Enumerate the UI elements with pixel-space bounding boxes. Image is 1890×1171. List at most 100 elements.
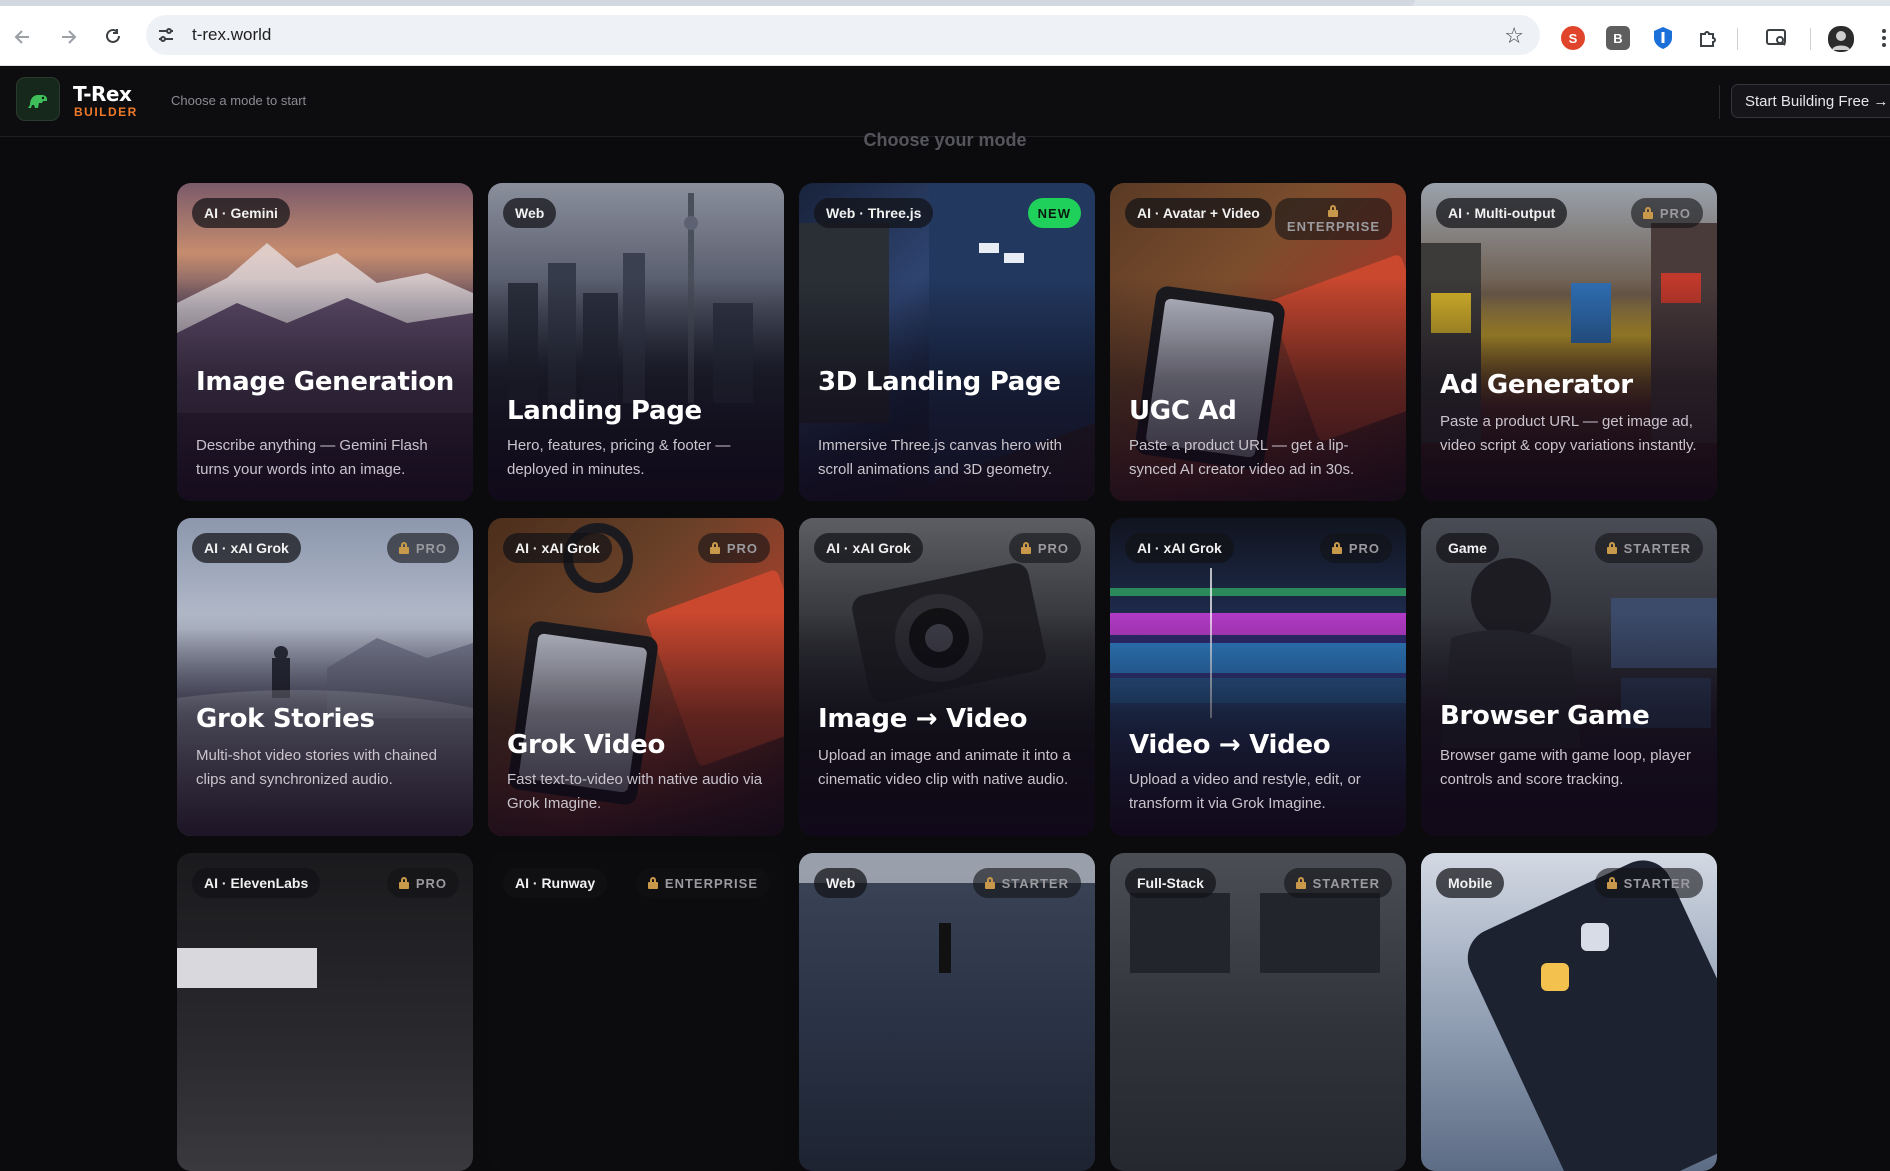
card-title: Ad Generator [1440, 370, 1633, 400]
pro-tier-badge: PRO [1008, 533, 1081, 563]
menu-kebab-icon[interactable] [1878, 26, 1890, 50]
tab-search-icon[interactable] [1765, 26, 1789, 50]
s-extension-icon[interactable]: S [1561, 26, 1585, 50]
lock-icon [647, 877, 658, 889]
starter-tier-badge: STARTER [1283, 868, 1392, 898]
enterprise-tier-badge: ENTERPRISE [1274, 198, 1392, 240]
card-badge: AI · xAI Grok [192, 533, 301, 563]
card-badge: AI · Gemini [192, 198, 290, 228]
mode-card-3d-landing-page[interactable]: Web · Three.js NEW 3D Landing Page Immer… [799, 183, 1095, 501]
server-rack-illustration [1130, 893, 1380, 973]
mode-card-mobile[interactable]: Mobile STARTER [1421, 853, 1717, 1171]
mode-card-grok-video[interactable]: AI · xAI Grok PRO Grok Video Fast text-t… [488, 518, 784, 836]
forward-icon[interactable] [55, 24, 81, 50]
mode-card-runway[interactable]: AI · Runway ENTERPRISE [488, 853, 784, 1171]
b-extension-icon[interactable]: B [1606, 26, 1630, 50]
pro-tier-badge: PRO [1319, 533, 1392, 563]
header-divider [1719, 85, 1720, 119]
starter-tier-badge: STARTER [1594, 868, 1703, 898]
start-building-button[interactable]: Start Building Free → [1731, 84, 1890, 118]
shield-extension-icon[interactable] [1651, 26, 1675, 50]
card-title: Image → Video [818, 704, 1028, 734]
card-title: Browser Game [1440, 701, 1650, 731]
lock-icon [984, 877, 995, 889]
browser-toolbar: t-rex.world ☆ S B [0, 6, 1890, 66]
section-title: Choose your mode [863, 130, 1027, 150]
card-description: Multi-shot video stories with chained cl… [196, 747, 437, 788]
lock-icon [398, 542, 409, 554]
card-title: 3D Landing Page [818, 367, 1061, 397]
hallway-illustration [799, 853, 1095, 973]
card-badge: Game [1436, 533, 1499, 563]
card-badge: Mobile [1436, 868, 1505, 898]
card-description: Upload an image and animate it into a ci… [818, 747, 1071, 788]
pro-tier-badge: PRO [386, 533, 459, 563]
card-description: Browser game with game loop, player cont… [1440, 747, 1691, 788]
pro-tier-badge: PRO [386, 868, 459, 898]
lock-icon [398, 877, 409, 889]
extensions-puzzle-icon[interactable] [1696, 26, 1720, 50]
card-badge: AI · ElevenLabs [192, 868, 321, 898]
mode-card-grok-stories[interactable]: AI · xAI Grok PRO Grok Stories Multi-sho… [177, 518, 473, 836]
reload-icon[interactable] [100, 24, 126, 50]
phone-illustration [1467, 860, 1717, 1171]
lock-icon [1606, 877, 1617, 889]
lock-icon [1295, 877, 1306, 889]
equipment-illustration [177, 948, 317, 988]
card-badge: Full-Stack [1125, 868, 1216, 898]
back-icon[interactable] [10, 24, 36, 50]
card-badge: AI · Multi-output [1436, 198, 1568, 228]
lock-icon [1642, 207, 1653, 219]
card-description: Hero, features, pricing & footer — deplo… [507, 437, 731, 478]
app-header: T-Rex BUILDER Choose a mode to start Sta… [0, 67, 1890, 137]
brand-subtitle: BUILDER [74, 105, 138, 119]
card-description: Paste a product URL — get image ad, vide… [1440, 413, 1697, 454]
card-badge: AI · xAI Grok [1125, 533, 1234, 563]
card-description: Upload a video and restyle, edit, or tra… [1129, 771, 1361, 812]
card-badge: AI · Avatar + Video [1125, 198, 1272, 228]
lock-icon [1328, 204, 1339, 217]
profile-avatar[interactable] [1828, 26, 1854, 52]
card-description: Immersive Three.js canvas hero with scro… [818, 437, 1062, 478]
new-badge: NEW [1027, 198, 1081, 228]
mode-hint: Choose a mode to start [171, 93, 307, 108]
card-title: Image Generation [196, 367, 455, 397]
card-badge: AI · Runway [503, 868, 608, 898]
pro-tier-badge: PRO [1630, 198, 1703, 228]
card-badge: AI · xAI Grok [503, 533, 612, 563]
lock-icon [1331, 542, 1342, 554]
card-title: Landing Page [507, 396, 702, 426]
site-settings-icon[interactable] [156, 25, 176, 45]
starter-tier-badge: STARTER [972, 868, 1081, 898]
t-rex-logo-icon[interactable] [16, 77, 60, 121]
card-badge: AI · xAI Grok [814, 533, 923, 563]
mode-card-ugc-ad[interactable]: AI · Avatar + Video ENTERPRISE UGC Ad Pa… [1110, 183, 1406, 501]
enterprise-tier-badge: ENTERPRISE [635, 868, 770, 898]
lock-icon [709, 542, 720, 554]
mode-card-web[interactable]: Web STARTER [799, 853, 1095, 1171]
bookmark-star-icon[interactable]: ☆ [1504, 23, 1524, 49]
card-title: UGC Ad [1129, 396, 1237, 426]
mode-card-elevenlabs[interactable]: AI · ElevenLabs PRO [177, 853, 473, 1171]
card-title: Grok Stories [196, 704, 375, 734]
mode-card-image-to-video[interactable]: AI · xAI Grok PRO Image → Video Upload a… [799, 518, 1095, 836]
mode-card-video-to-video[interactable]: AI · xAI Grok PRO Video → Video Upload a… [1110, 518, 1406, 836]
card-badge: Web [814, 868, 868, 898]
starter-tier-badge: STARTER [1594, 533, 1703, 563]
card-description: Describe anything — Gemini Flash turns y… [196, 437, 428, 478]
card-title: Grok Video [507, 730, 666, 760]
mode-card-image-generation[interactable]: AI · Gemini Image Generation Describe an… [177, 183, 473, 501]
lock-icon [1020, 542, 1031, 554]
card-title: Video → Video [1129, 730, 1331, 760]
address-bar[interactable]: t-rex.world ☆ [146, 15, 1540, 55]
pro-tier-badge: PRO [697, 533, 770, 563]
card-description: Paste a product URL — get a lip-synced A… [1129, 437, 1355, 478]
mode-card-ad-generator[interactable]: AI · Multi-output PRO Ad Generator Paste… [1421, 183, 1717, 501]
mode-card-landing-page[interactable]: Web Landing Page Hero, features, pricing… [488, 183, 784, 501]
url-text[interactable]: t-rex.world [192, 25, 271, 45]
lock-icon [1606, 542, 1617, 554]
mode-card-full-stack[interactable]: Full-Stack STARTER [1110, 853, 1406, 1171]
mode-card-browser-game[interactable]: Game STARTER Browser Game Browser game w… [1421, 518, 1717, 836]
card-badge: Web · Three.js [814, 198, 934, 228]
card-description: Fast text-to-video with native audio via… [507, 771, 763, 812]
